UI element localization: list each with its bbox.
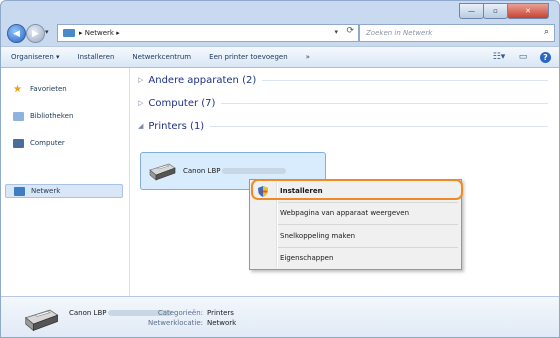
help-icon[interactable]: ?	[540, 51, 551, 63]
view-controls: ☷▾ ▭ ?	[482, 51, 551, 63]
sidebar-item-label: Bibliotheken	[30, 112, 74, 120]
group-header-printers[interactable]: ◢ Printers (1)	[138, 119, 548, 133]
expand-icon[interactable]: ▷	[138, 99, 143, 107]
address-bar[interactable]: ▸ Netwerk ▸ ▾ ⟳	[57, 24, 359, 42]
location-value: Network	[207, 319, 237, 327]
change-view-icon[interactable]: ☷▾	[492, 51, 506, 63]
group-title: Printers (1)	[148, 120, 205, 132]
group-title: Andere apparaten (2)	[148, 74, 257, 86]
sidebar-item-libraries[interactable]: Bibliotheken	[13, 109, 73, 123]
network-icon	[14, 186, 25, 196]
group-divider	[210, 125, 548, 127]
printer-name: Canon LBP	[183, 167, 287, 175]
group-divider	[262, 79, 548, 81]
details-pane: Canon LBP Categorieën: Printers Netwerkl…	[1, 296, 559, 337]
category-label: Categorieën:	[157, 309, 203, 317]
sidebar-item-label: Computer	[30, 139, 65, 147]
install-button[interactable]: Installeren	[78, 53, 115, 61]
sidebar-item-label: Netwerk	[31, 187, 61, 195]
maximize-button[interactable]: ▫	[483, 3, 508, 19]
breadcrumb[interactable]: ▸ Netwerk ▸	[79, 29, 120, 37]
navigation-row: ◀ ▶ ▾ ▸ Netwerk ▸ ▾ ⟳ Zoeken in Netwerk …	[7, 23, 555, 43]
category-value: Printers	[207, 309, 234, 317]
menu-separator	[278, 247, 458, 248]
search-icon[interactable]: ⌕	[544, 27, 549, 37]
menu-item-view-device-webpage[interactable]: Webpagina van apparaat weergeven	[280, 206, 409, 220]
refresh-icon[interactable]: ⟳	[346, 26, 354, 36]
sidebar-item-favorites[interactable]: ★ Favorieten	[13, 82, 67, 96]
printer-icon	[149, 163, 176, 181]
search-placeholder: Zoeken in Netwerk	[366, 29, 433, 37]
sidebar-item-computer[interactable]: Computer	[13, 136, 65, 150]
group-divider	[221, 102, 548, 104]
network-icon	[63, 29, 75, 37]
expand-icon[interactable]: ▷	[138, 76, 143, 84]
collapse-icon[interactable]: ◢	[138, 122, 143, 130]
menu-item-properties[interactable]: Eigenschappen	[280, 251, 333, 265]
computer-icon	[13, 138, 24, 148]
location-label: Netwerklocatie:	[148, 319, 203, 327]
organize-button[interactable]: Organiseren ▾	[11, 53, 60, 61]
recent-pages-dropdown[interactable]: ▾	[45, 28, 49, 36]
search-input[interactable]: Zoeken in Netwerk ⌕	[359, 24, 555, 42]
minimize-button[interactable]: —	[459, 3, 484, 19]
group-title: Computer (7)	[148, 97, 216, 109]
command-bar: Organiseren ▾ Installeren Netwerkcentrum…	[1, 46, 559, 68]
explorer-window: — ▫ ✕ ◀ ▶ ▾ ▸ Netwerk ▸ ▾ ⟳ Zoeken in Ne…	[0, 0, 560, 338]
window-controls: — ▫ ✕	[459, 3, 549, 19]
sidebar-item-network[interactable]: Netwerk	[5, 184, 123, 198]
menu-separator	[278, 224, 458, 225]
add-printer-button[interactable]: Een printer toevoegen	[209, 53, 288, 61]
group-header-computer[interactable]: ▷ Computer (7)	[138, 96, 548, 110]
forward-button[interactable]: ▶	[26, 24, 45, 43]
menu-item-create-shortcut[interactable]: Snelkoppeling maken	[280, 229, 355, 243]
more-commands-button[interactable]: »	[306, 53, 310, 61]
network-center-button[interactable]: Netwerkcentrum	[132, 53, 191, 61]
install-highlight	[251, 179, 463, 200]
sidebar-item-label: Favorieten	[30, 85, 67, 93]
address-dropdown-icon[interactable]: ▾	[334, 28, 338, 36]
menu-separator	[278, 202, 458, 203]
library-icon	[13, 111, 24, 121]
back-button[interactable]: ◀	[7, 24, 26, 43]
preview-pane-icon[interactable]: ▭	[516, 51, 530, 63]
navigation-pane: ★ Favorieten Bibliotheken Computer Netwe…	[1, 68, 130, 296]
star-icon: ★	[13, 83, 22, 95]
group-header-other-devices[interactable]: ▷ Andere apparaten (2)	[138, 73, 548, 87]
close-button[interactable]: ✕	[507, 3, 549, 19]
printer-icon	[24, 309, 59, 332]
